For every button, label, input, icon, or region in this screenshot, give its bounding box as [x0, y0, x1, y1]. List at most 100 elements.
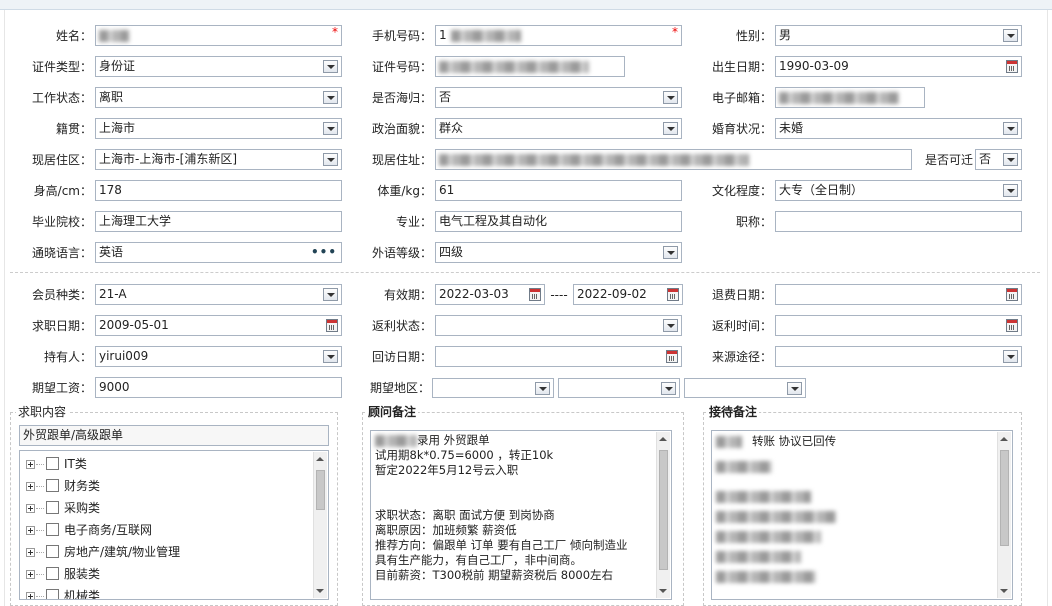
advisor-notes-textarea[interactable]: 录用 外贸跟单 试用期8k*0.75=6000 ，转正10k 暂定2022年5月…	[370, 430, 672, 600]
expand-icon[interactable]	[26, 504, 35, 513]
region-province-select[interactable]	[432, 378, 554, 398]
id-type-select[interactable]: 身份证	[95, 56, 342, 77]
chevron-down-icon[interactable]	[323, 122, 338, 135]
calendar-icon[interactable]	[667, 288, 679, 301]
job-content-selected-input[interactable]: 外贸跟单/高级跟单	[19, 425, 329, 446]
chevron-down-icon[interactable]	[1003, 29, 1018, 42]
chevron-down-icon[interactable]	[663, 246, 678, 259]
lang-level-select[interactable]: 四级	[435, 242, 682, 263]
native-select[interactable]: 上海市	[95, 118, 342, 139]
expand-icon[interactable]	[26, 460, 35, 469]
calendar-icon[interactable]	[326, 319, 338, 332]
checkbox[interactable]	[46, 545, 59, 558]
visit-date-input[interactable]	[435, 346, 682, 367]
chevron-down-icon[interactable]	[1003, 350, 1018, 363]
validity-start-input[interactable]: 2022-03-03	[435, 284, 545, 305]
region-city-select[interactable]	[558, 378, 680, 398]
scroll-down-icon[interactable]	[316, 589, 324, 593]
chevron-down-icon[interactable]	[1003, 122, 1018, 135]
phone-input[interactable]: 1 *	[435, 25, 682, 46]
job-date-value: 2009-05-01	[99, 318, 169, 332]
relocate-select[interactable]: 否	[975, 149, 1022, 170]
scroll-thumb[interactable]	[1000, 450, 1009, 546]
weight-input[interactable]: 61	[435, 180, 682, 201]
work-status-select[interactable]: 离职	[95, 87, 342, 108]
scroll-down-icon[interactable]	[1000, 589, 1008, 593]
scroll-thumb[interactable]	[659, 450, 668, 570]
rebate-status-select[interactable]	[435, 315, 682, 336]
checkbox[interactable]	[46, 501, 59, 514]
tree-scrollbar[interactable]	[313, 452, 327, 598]
overseas-value: 否	[439, 90, 452, 104]
title-input[interactable]	[775, 211, 1022, 232]
scroll-thumb[interactable]	[316, 470, 325, 510]
calendar-icon[interactable]	[1006, 288, 1018, 301]
checkbox[interactable]	[46, 457, 59, 470]
gender-select[interactable]: 男	[775, 25, 1022, 46]
region-district-select[interactable]	[684, 378, 806, 398]
native-label: 籍贯：	[55, 122, 92, 136]
expand-icon[interactable]	[26, 570, 35, 579]
email-input[interactable]	[775, 87, 925, 108]
calendar-icon[interactable]	[1006, 319, 1018, 332]
expand-icon[interactable]	[26, 482, 35, 491]
scroll-up-icon[interactable]	[316, 457, 324, 461]
holder-select[interactable]: yirui009	[95, 346, 342, 367]
calendar-icon[interactable]	[529, 288, 541, 301]
chevron-down-icon[interactable]	[663, 91, 678, 104]
refund-date-input[interactable]	[775, 284, 1022, 305]
id-number-input[interactable]	[435, 56, 625, 77]
source-label: 来源途径：	[711, 350, 772, 364]
checkbox[interactable]	[46, 589, 59, 599]
marital-select[interactable]: 未婚	[775, 118, 1022, 139]
name-input[interactable]: *	[95, 25, 342, 46]
advisor-notes-scrollbar[interactable]	[656, 432, 670, 598]
checkbox[interactable]	[46, 523, 59, 536]
rebate-time-input[interactable]	[775, 315, 1022, 336]
checkbox[interactable]	[46, 567, 59, 580]
chevron-down-icon[interactable]	[1003, 184, 1018, 197]
member-type-select[interactable]: 21-A	[95, 284, 342, 305]
education-select[interactable]: 大专（全日制）	[775, 180, 1022, 201]
scroll-up-icon[interactable]	[1000, 437, 1008, 441]
height-input[interactable]: 178	[95, 180, 342, 201]
job-category-tree[interactable]: IT类 财务类 采购类 电子商务/互联网 房地产/建筑/物业管理 服装类 机械类	[19, 450, 329, 600]
major-input[interactable]: 电气工程及其自动化	[435, 211, 682, 232]
chevron-down-icon[interactable]	[323, 350, 338, 363]
chevron-down-icon[interactable]	[663, 319, 678, 332]
refund-date-label: 退费日期：	[711, 288, 772, 302]
language-input[interactable]: 英语 •••	[95, 242, 342, 263]
chevron-down-icon[interactable]	[787, 382, 802, 395]
more-options-icon[interactable]: •••	[311, 243, 337, 262]
calendar-icon[interactable]	[666, 350, 678, 363]
source-select[interactable]	[775, 346, 1022, 367]
note-line: 目前薪资：T300税前 期望薪资税后 8000左右	[375, 568, 614, 582]
birth-date-input[interactable]: 1990-03-09	[775, 56, 1022, 77]
chevron-down-icon[interactable]	[661, 382, 676, 395]
chevron-down-icon[interactable]	[323, 153, 338, 166]
scroll-down-icon[interactable]	[659, 589, 667, 593]
overseas-select[interactable]: 否	[435, 87, 682, 108]
address-input[interactable]	[435, 149, 912, 170]
school-input[interactable]: 上海理工大学	[95, 211, 342, 232]
calendar-icon[interactable]	[1006, 60, 1018, 73]
chevron-down-icon[interactable]	[323, 91, 338, 104]
chevron-down-icon[interactable]	[535, 382, 550, 395]
chevron-down-icon[interactable]	[323, 288, 338, 301]
chevron-down-icon[interactable]	[323, 60, 338, 73]
job-date-input[interactable]: 2009-05-01	[95, 315, 342, 336]
expand-icon[interactable]	[26, 592, 35, 599]
expand-icon[interactable]	[26, 548, 35, 557]
scroll-up-icon[interactable]	[659, 437, 667, 441]
reception-notes-textarea[interactable]: 转账 协议已回传	[711, 430, 1013, 600]
residence-select[interactable]: 上海市-上海市-[浦东新区]	[95, 149, 342, 170]
checkbox[interactable]	[46, 479, 59, 492]
chevron-down-icon[interactable]	[663, 122, 678, 135]
expand-icon[interactable]	[26, 526, 35, 535]
political-select[interactable]: 群众	[435, 118, 682, 139]
id-type-value: 身份证	[99, 59, 136, 73]
salary-input[interactable]: 9000	[95, 377, 342, 398]
reception-notes-scrollbar[interactable]	[997, 432, 1011, 598]
chevron-down-icon[interactable]	[1003, 153, 1018, 166]
validity-end-input[interactable]: 2022-09-02	[573, 284, 683, 305]
